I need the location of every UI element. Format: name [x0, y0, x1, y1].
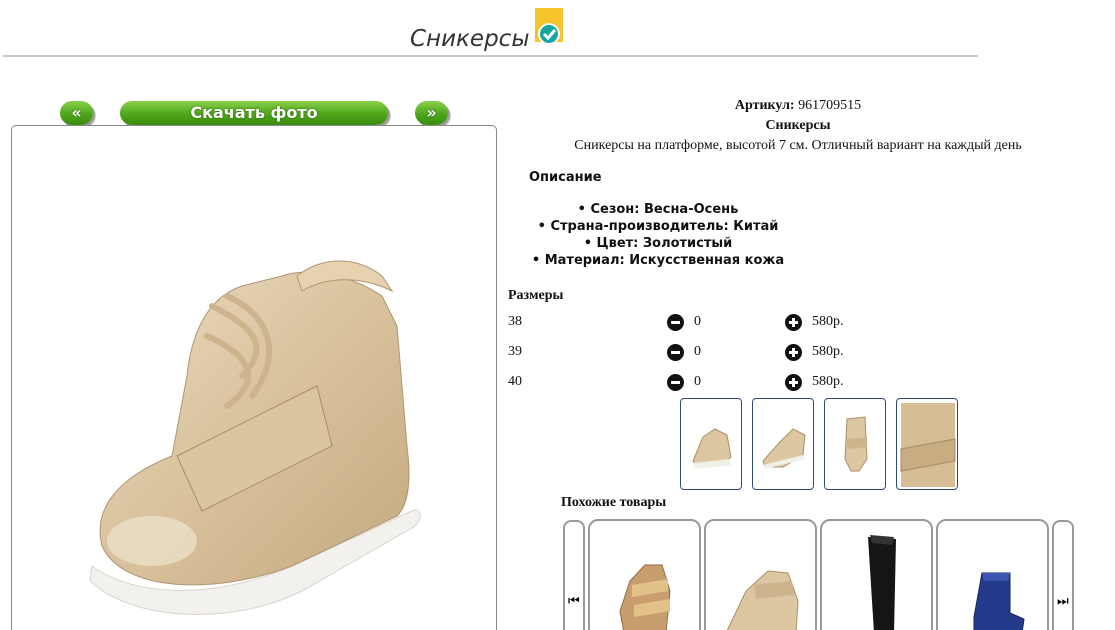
photo-thumbnail[interactable] — [824, 398, 886, 490]
product-description: Сникерсы на платформе, высотой 7 см. Отл… — [574, 138, 1022, 153]
property-item: • Сезон: Весна-Осень — [577, 202, 739, 217]
size-row: 40 0 580р. — [508, 374, 908, 394]
size-row: 38 0 580р. — [508, 314, 908, 334]
plus-circle-icon[interactable] — [785, 374, 802, 391]
verified-badge-icon — [535, 8, 563, 45]
plus-circle-icon[interactable] — [785, 314, 802, 331]
property-item: • Страна-производитель: Китай — [537, 219, 779, 234]
price-value: 580р. — [812, 314, 844, 329]
similar-prev-button[interactable]: ⏮ — [563, 520, 585, 630]
page-header: Сникерсы — [0, 0, 980, 60]
size-value: 39 — [508, 344, 522, 359]
similar-next-button[interactable]: ⏭ — [1052, 520, 1074, 630]
price-value: 580р. — [812, 374, 844, 389]
header-divider — [3, 55, 978, 57]
minus-circle-icon[interactable] — [667, 314, 684, 331]
next-photo-button[interactable]: » — [415, 101, 448, 125]
similar-product-card[interactable] — [936, 519, 1049, 630]
properties-list: • Сезон: Весна-Осень • Страна-производит… — [510, 201, 806, 269]
skip-forward-icon: ⏭ — [1057, 594, 1069, 609]
similar-product-card[interactable] — [588, 519, 701, 630]
minus-circle-icon[interactable] — [667, 344, 684, 361]
main-product-photo — [11, 125, 497, 630]
quantity-value: 0 — [694, 344, 701, 359]
minus-circle-icon[interactable] — [667, 374, 684, 391]
plus-circle-icon[interactable] — [785, 344, 802, 361]
similar-product-card[interactable] — [704, 519, 817, 630]
article-label: Артикул: — [734, 98, 795, 113]
article-line: Артикул: 961709515 — [508, 96, 1088, 116]
property-item: • Материал: Искусственная кожа — [531, 253, 785, 268]
quantity-value: 0 — [694, 314, 701, 329]
skip-back-icon: ⏮ — [568, 594, 580, 609]
photo-thumbnail[interactable] — [752, 398, 814, 490]
sneaker-image — [89, 260, 421, 615]
quantity-value: 0 — [694, 374, 701, 389]
similar-products-heading: Похожие товары — [561, 495, 667, 510]
page-title: Сникерсы — [410, 26, 530, 52]
price-value: 580р. — [812, 344, 844, 359]
product-name: Сникерсы — [765, 118, 831, 133]
article-value: 961709515 — [798, 98, 862, 113]
download-photo-button[interactable]: Скачать фото — [120, 101, 388, 125]
photo-thumbnail[interactable] — [896, 398, 958, 490]
sizes-heading: Размеры — [508, 288, 564, 303]
size-value: 38 — [508, 314, 522, 329]
size-value: 40 — [508, 374, 522, 389]
product-info: Артикул: 961709515 Сникерсы Сникерсы на … — [508, 96, 1088, 156]
similar-product-card[interactable] — [820, 519, 933, 630]
prev-photo-button[interactable]: « — [60, 101, 93, 125]
size-row: 39 0 580р. — [508, 344, 908, 364]
photo-thumbnail[interactable] — [680, 398, 742, 490]
description-heading: Описание — [529, 170, 602, 185]
property-item: • Цвет: Золотистый — [583, 236, 733, 251]
